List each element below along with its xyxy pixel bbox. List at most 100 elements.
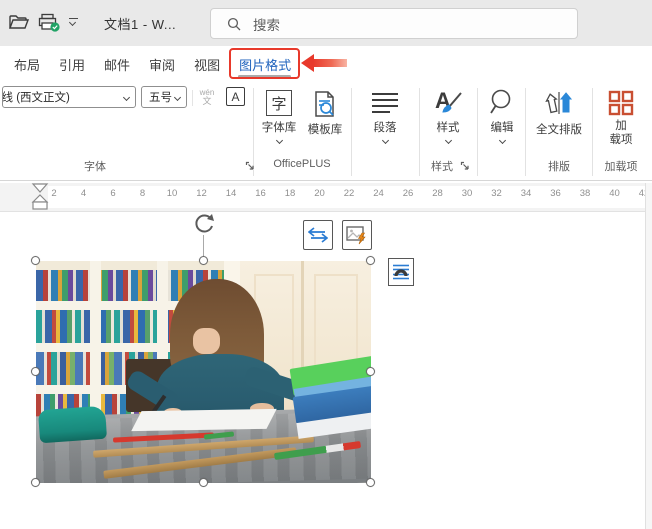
resize-handle-top-right[interactable] — [366, 256, 375, 265]
resize-handle-bottom-center[interactable] — [199, 478, 208, 487]
paragraph-lines-icon — [372, 93, 398, 113]
ribbon: 等线 (西文正文) 五号 wén 文 A I U ab x 2 — [0, 82, 652, 239]
ruler-number: 18 — [284, 188, 296, 199]
group-separator — [419, 88, 420, 176]
ruler-number: 24 — [373, 188, 384, 199]
resize-handle-mid-left[interactable] — [31, 367, 40, 376]
window-right-strip — [646, 183, 652, 529]
swap-picture-button[interactable] — [303, 220, 333, 250]
first-line-indent-marker — [31, 183, 49, 193]
font-library-icon: 字 — [266, 90, 292, 116]
search-placeholder: 搜索 — [253, 17, 280, 33]
full-text-typeset-button[interactable]: 全文排版 — [530, 90, 588, 137]
ruler-number: 6 — [110, 188, 116, 199]
typeset-group-label: 排版 — [548, 161, 570, 173]
font-name-combobox[interactable]: 等线 (西文正文) — [2, 86, 136, 108]
chevron-down-icon — [498, 136, 506, 145]
photo-girl-face — [193, 327, 221, 355]
document-title: 文档1 - W... — [104, 17, 177, 32]
tab-0[interactable]: 布局 — [14, 55, 40, 74]
check-badge — [50, 22, 60, 32]
chevron-down-icon — [173, 93, 182, 102]
page-right-edge — [645, 183, 646, 529]
styles-brush-icon: A — [433, 88, 463, 116]
annotation-red-arrow-tail — [313, 59, 347, 67]
layout-options-button[interactable] — [388, 258, 414, 286]
word-window: 文档1 - W... 搜索 布局引用邮件审阅视图图片格式 等线 (西文正文) — [0, 0, 652, 529]
ruler-number: 28 — [432, 188, 443, 199]
selected-picture[interactable] — [36, 261, 371, 483]
ruler-number: 40 — [609, 188, 620, 199]
character-border-button[interactable]: A — [226, 87, 245, 106]
chevron-down-icon — [444, 136, 452, 145]
group-separator — [592, 88, 593, 176]
resize-handle-top-center[interactable] — [199, 256, 208, 265]
chevron-down-icon — [122, 93, 131, 102]
template-library-button[interactable]: 模板库 — [302, 90, 348, 137]
font-group-label: 字体 — [84, 161, 106, 173]
resize-handle-top-left[interactable] — [31, 256, 40, 265]
picture-lightning-icon — [346, 226, 366, 245]
photo-paper — [130, 408, 277, 431]
add-ins-grid-icon — [608, 90, 634, 116]
open-folder-icon[interactable] — [8, 13, 29, 31]
styles-group-label: 样式 — [431, 161, 453, 173]
font-size-combobox[interactable]: 五号 — [141, 86, 187, 108]
tab-1[interactable]: 引用 — [59, 55, 85, 74]
phonetic-guide-button[interactable]: wén 文 — [196, 84, 218, 110]
ruler-number: 30 — [461, 188, 473, 199]
annotation-red-box — [229, 48, 300, 79]
resize-handle-bottom-left[interactable] — [31, 478, 40, 487]
add-ins-button[interactable]: 加载项 — [602, 90, 640, 148]
ruler-number: 14 — [225, 188, 237, 199]
tab-2[interactable]: 邮件 — [104, 55, 130, 74]
edit-magnifier-icon — [490, 89, 511, 114]
paragraph-button[interactable]: 段落 — [361, 90, 409, 145]
ruler-number: 2 — [51, 188, 57, 199]
search-icon — [227, 17, 241, 30]
addins-group-label: 加载项 — [604, 161, 638, 173]
ruler-number: 34 — [520, 188, 532, 199]
quick-print-icon[interactable] — [38, 13, 61, 33]
ruler-number: 16 — [255, 188, 266, 199]
swap-arrows-icon — [308, 227, 328, 243]
tab-3[interactable]: 审阅 — [149, 55, 175, 74]
tab-4[interactable]: 视图 — [194, 55, 220, 74]
group-separator — [477, 88, 478, 176]
ruler-number: 12 — [196, 188, 207, 199]
left-indent-marker — [32, 201, 48, 210]
ruler-number: 26 — [402, 188, 414, 199]
layout-options-icon — [393, 264, 409, 280]
resize-handle-bottom-right[interactable] — [366, 478, 375, 487]
search-input[interactable]: 搜索 — [210, 8, 578, 39]
ruler-number: 20 — [314, 188, 325, 199]
group-separator — [525, 88, 526, 176]
font-dialog-launcher[interactable] — [245, 161, 256, 172]
rotate-handle[interactable] — [191, 212, 217, 236]
group-separator — [351, 88, 352, 176]
template-library-icon — [315, 91, 334, 117]
qat-customize-icon[interactable] — [68, 18, 80, 28]
photo-pencil-case — [38, 405, 108, 444]
indent-markers[interactable] — [31, 183, 49, 212]
officeplus-group-label: OfficePLUS — [273, 158, 331, 170]
chevron-down-icon — [275, 136, 283, 145]
ruler-number: 8 — [139, 188, 146, 199]
ruler-number: 36 — [550, 188, 561, 199]
styles-dialog-launcher[interactable] — [460, 161, 471, 172]
ruler-number: 38 — [579, 188, 591, 199]
styles-button[interactable]: A 样式 — [424, 88, 472, 145]
ruler-number: 10 — [166, 188, 178, 199]
ruler-number: 32 — [491, 188, 502, 199]
title-bar: 文档1 - W... 搜索 — [0, 0, 652, 46]
edit-button[interactable]: 编辑 — [482, 88, 522, 145]
typeset-arrows-icon — [545, 92, 573, 114]
hanging-indent-marker — [31, 194, 49, 203]
ruler-number: 22 — [343, 188, 355, 199]
resize-handle-mid-right[interactable] — [366, 367, 375, 376]
ruler-number: 4 — [80, 188, 87, 199]
ruler: 2468101214161820222426283032343638404244 — [0, 183, 652, 212]
change-picture-button[interactable] — [342, 220, 372, 250]
font-library-button[interactable]: 字 字体库 — [258, 90, 300, 145]
chevron-down-icon — [381, 136, 389, 145]
